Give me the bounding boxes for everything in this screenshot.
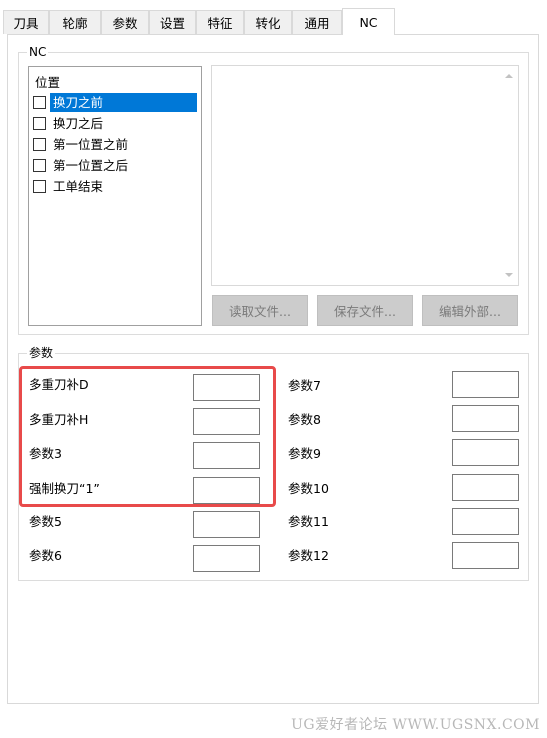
tab-settings[interactable]: 设置 bbox=[149, 10, 196, 34]
list-item-label: 第一位置之前 bbox=[53, 136, 129, 152]
list-item-before-first-position[interactable]: 第一位置之前 bbox=[33, 134, 199, 154]
watermark: UG爱好者论坛 WWW.UGSNX.COM bbox=[291, 717, 540, 733]
checkbox[interactable] bbox=[33, 116, 46, 130]
param-label: 参数7 bbox=[288, 378, 321, 393]
param-label: 参数11 bbox=[288, 514, 329, 529]
param-label: 参数9 bbox=[288, 446, 321, 461]
scroll-down-icon[interactable] bbox=[505, 273, 513, 277]
param-input-10[interactable] bbox=[452, 474, 519, 501]
param-input-5[interactable] bbox=[193, 511, 260, 538]
checkbox[interactable] bbox=[33, 137, 46, 151]
param-input-9[interactable] bbox=[452, 439, 519, 466]
param-input-6[interactable] bbox=[193, 545, 260, 572]
highlight-annotation bbox=[19, 366, 276, 507]
tab-conversion[interactable]: 转化 bbox=[244, 10, 292, 34]
scroll-up-icon[interactable] bbox=[505, 74, 513, 78]
param-input-11[interactable] bbox=[452, 508, 519, 535]
checkbox[interactable] bbox=[33, 95, 46, 109]
list-item-label: 换刀之后 bbox=[53, 115, 104, 131]
tab-contour[interactable]: 轮廓 bbox=[49, 10, 101, 34]
param-label: 参数6 bbox=[29, 548, 62, 563]
list-item-after-first-position[interactable]: 第一位置之后 bbox=[33, 155, 199, 175]
param-label: 参数8 bbox=[288, 412, 321, 427]
tab-nc[interactable]: NC bbox=[342, 8, 395, 35]
param-input-12[interactable] bbox=[452, 542, 519, 569]
read-file-button[interactable]: 读取文件... bbox=[212, 295, 308, 326]
nc-group-title: NC bbox=[27, 44, 49, 60]
param-label: 参数5 bbox=[29, 514, 62, 529]
save-file-button[interactable]: 保存文件... bbox=[317, 295, 413, 326]
tab-bar: 刀具 轮廓 参数 设置 特征 转化 通用 NC bbox=[0, 0, 547, 35]
list-item-before-tool-change[interactable]: 换刀之前 bbox=[33, 92, 199, 112]
param-input-7[interactable] bbox=[452, 371, 519, 398]
list-item-label: 第一位置之后 bbox=[53, 157, 129, 173]
list-item-after-tool-change[interactable]: 换刀之后 bbox=[33, 113, 199, 133]
tab-general[interactable]: 通用 bbox=[292, 10, 342, 34]
list-item-label: 换刀之前 bbox=[50, 92, 197, 112]
tab-features[interactable]: 特征 bbox=[196, 10, 244, 34]
list-item-order-end[interactable]: 工单结束 bbox=[33, 176, 199, 196]
edit-external-button[interactable]: 编辑外部... bbox=[422, 295, 518, 326]
nc-code-editor[interactable] bbox=[211, 65, 519, 286]
checkbox[interactable] bbox=[33, 179, 46, 193]
list-header: 位置 bbox=[35, 75, 61, 90]
list-item-label: 工单结束 bbox=[53, 178, 104, 194]
param-label: 参数12 bbox=[288, 548, 329, 563]
tab-parameters[interactable]: 参数 bbox=[101, 10, 149, 34]
param-label: 参数10 bbox=[288, 481, 329, 496]
checkbox[interactable] bbox=[33, 158, 46, 172]
position-list[interactable]: 位置 换刀之前 换刀之后 第一位置之前 第一位置之后 工单结束 bbox=[28, 66, 202, 326]
param-input-8[interactable] bbox=[452, 405, 519, 432]
tab-tool[interactable]: 刀具 bbox=[3, 10, 49, 34]
params-group-title: 参数 bbox=[27, 345, 56, 361]
